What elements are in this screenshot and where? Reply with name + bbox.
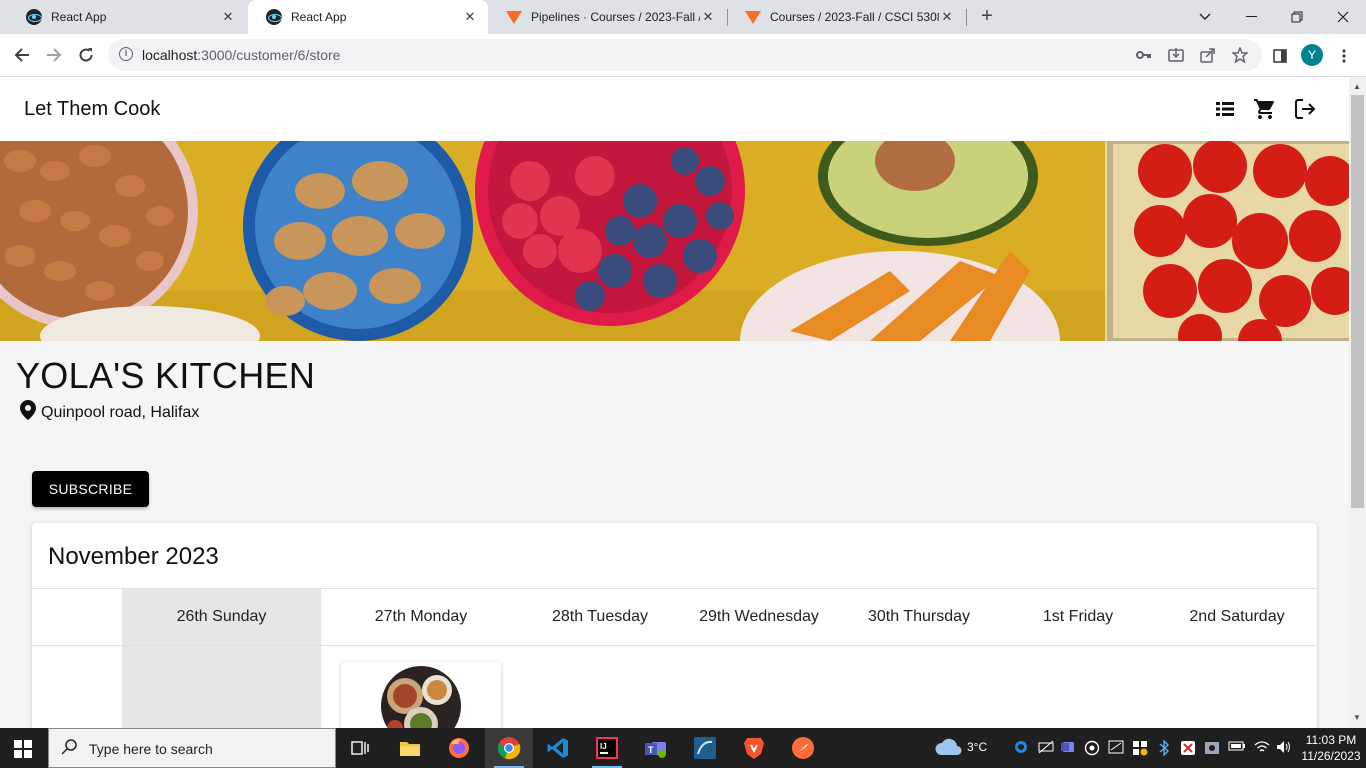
- tab-divider: [966, 9, 967, 26]
- day-header[interactable]: 29th Wednesday: [679, 608, 839, 626]
- store-location: Quinpool road, Halifax: [20, 400, 199, 425]
- forward-icon[interactable]: [41, 42, 67, 68]
- antivirus-icon[interactable]: [1180, 740, 1196, 759]
- address-bar[interactable]: i localhost:3000/customer/6/store: [108, 39, 1262, 71]
- chrome-icon[interactable]: [485, 728, 533, 768]
- day-header[interactable]: 28th Tuesday: [520, 608, 680, 626]
- bluetooth-icon[interactable]: [1158, 739, 1170, 759]
- scrollbar-thumb[interactable]: [1351, 95, 1364, 508]
- react-icon: [266, 9, 282, 25]
- meal-image: [381, 666, 461, 728]
- close-tab-icon[interactable]: ✕: [220, 9, 236, 25]
- profile-avatar[interactable]: Y: [1301, 44, 1323, 66]
- cortana-icon[interactable]: [1014, 740, 1028, 757]
- wifi-icon[interactable]: [1254, 740, 1270, 757]
- browser-tab-2[interactable]: React App ✕: [248, 0, 488, 34]
- bookmark-star-icon[interactable]: [1230, 45, 1250, 65]
- svg-text:T: T: [648, 745, 654, 755]
- firefox-icon[interactable]: [435, 728, 483, 768]
- vscode-icon[interactable]: [534, 728, 582, 768]
- tab-title: React App: [51, 10, 107, 24]
- windows-start-icon[interactable]: [14, 740, 32, 758]
- battery-icon[interactable]: [1228, 740, 1246, 755]
- tab-title: Pipelines · Courses / 2023-Fall / C: [531, 10, 700, 24]
- react-icon: [26, 9, 42, 25]
- close-tab-icon[interactable]: ✕: [462, 9, 478, 25]
- gitlab-icon: [506, 9, 522, 25]
- divider: [32, 645, 1317, 646]
- browser-tab-3[interactable]: Pipelines · Courses / 2023-Fall / C ✕: [488, 0, 726, 34]
- day-header[interactable]: 27th Monday: [341, 608, 501, 626]
- close-tab-icon[interactable]: ✕: [939, 9, 955, 25]
- taskbar-search-input[interactable]: Type here to search: [48, 728, 336, 768]
- store-banner-image: [0, 141, 1349, 341]
- tab-search-icon[interactable]: [1182, 0, 1228, 34]
- display-icon[interactable]: [1108, 740, 1124, 757]
- subscribe-button[interactable]: SUBSCRIBE: [32, 471, 149, 507]
- weather-icon[interactable]: [934, 738, 962, 759]
- mysql-workbench-icon[interactable]: [681, 728, 729, 768]
- list-icon[interactable]: [1213, 97, 1237, 121]
- search-placeholder: Type here to search: [89, 741, 213, 757]
- weather-temp[interactable]: 3°C: [967, 740, 987, 754]
- volume-icon[interactable]: [1276, 740, 1292, 757]
- teams-icon[interactable]: T: [632, 728, 680, 768]
- store-name: YOLA'S KITCHEN: [16, 355, 316, 396]
- close-tab-icon[interactable]: ✕: [700, 9, 716, 25]
- brave-icon[interactable]: [730, 728, 778, 768]
- system-clock[interactable]: 11:03 PM 11/26/2023: [1300, 732, 1362, 764]
- store-location-text: Quinpool road, Halifax: [41, 403, 200, 421]
- file-explorer-icon[interactable]: [386, 728, 434, 768]
- close-window-icon[interactable]: [1320, 0, 1366, 34]
- location-pin-icon: [20, 400, 41, 425]
- teams-tray-icon[interactable]: [1060, 740, 1076, 757]
- meal-calendar: November 2023 26th Sunday 27th Monday 28…: [32, 523, 1317, 728]
- scroll-down-icon[interactable]: ▼: [1353, 713, 1361, 722]
- brand-title[interactable]: Let Them Cook: [24, 98, 160, 121]
- windows-taskbar: Type here to search IJ T 3°C 11:03 PM 11…: [0, 728, 1366, 768]
- kebab-menu-icon[interactable]: [1334, 46, 1354, 66]
- svg-text:IJ: IJ: [600, 742, 607, 751]
- day-header[interactable]: 26th Sunday: [122, 608, 321, 626]
- network-disabled-icon[interactable]: [1038, 740, 1054, 757]
- app-header: Let Them Cook: [0, 77, 1349, 141]
- tab-title: Courses / 2023-Fall / CSCI 5308: [770, 10, 939, 24]
- minimize-icon[interactable]: [1228, 0, 1274, 34]
- page-viewport: Let Them Cook YOLA'S KITCHEN Quinpool ro…: [0, 77, 1349, 728]
- url-text: localhost:3000/customer/6/store: [142, 47, 341, 63]
- restore-icon[interactable]: [1274, 0, 1320, 34]
- site-info-icon[interactable]: i: [119, 47, 133, 61]
- back-icon[interactable]: [9, 42, 35, 68]
- share-icon[interactable]: [1198, 45, 1218, 65]
- sync-icon[interactable]: [1084, 740, 1100, 759]
- intellij-icon[interactable]: IJ: [583, 728, 631, 768]
- postman-icon[interactable]: [779, 728, 827, 768]
- browser-toolbar: i localhost:3000/customer/6/store Y: [0, 34, 1366, 77]
- logout-icon[interactable]: [1293, 97, 1317, 121]
- cart-icon[interactable]: [1253, 97, 1277, 121]
- task-view-icon[interactable]: [336, 728, 384, 768]
- gitlab-icon: [745, 9, 761, 25]
- side-panel-icon[interactable]: [1270, 46, 1290, 66]
- scroll-up-icon[interactable]: ▲: [1353, 82, 1361, 91]
- browser-tab-1[interactable]: React App ✕: [8, 0, 246, 34]
- reload-icon[interactable]: [73, 42, 99, 68]
- vpn-icon[interactable]: [1204, 740, 1220, 759]
- tab-title: React App: [291, 10, 347, 24]
- key-icon[interactable]: [1134, 45, 1154, 65]
- install-icon[interactable]: [1166, 45, 1186, 65]
- new-tab-icon[interactable]: +: [976, 6, 998, 28]
- clock-time: 11:03 PM: [1305, 733, 1357, 747]
- day-header[interactable]: 30th Thursday: [839, 608, 999, 626]
- page-scrollbar[interactable]: ▲ ▼: [1349, 77, 1366, 728]
- day-header[interactable]: 1st Friday: [998, 608, 1158, 626]
- day-header[interactable]: 2nd Saturday: [1157, 608, 1317, 626]
- browser-tab-4[interactable]: Courses / 2023-Fall / CSCI 5308 ✕: [727, 0, 965, 34]
- calendar-month: November 2023: [48, 543, 219, 570]
- clock-date: 11/26/2023: [1301, 749, 1361, 763]
- meal-card[interactable]: [341, 662, 501, 728]
- search-icon: [61, 739, 77, 760]
- browser-tab-strip: React App ✕ React App ✕ Pipelines · Cour…: [0, 0, 1366, 34]
- security-icon[interactable]: [1132, 740, 1148, 759]
